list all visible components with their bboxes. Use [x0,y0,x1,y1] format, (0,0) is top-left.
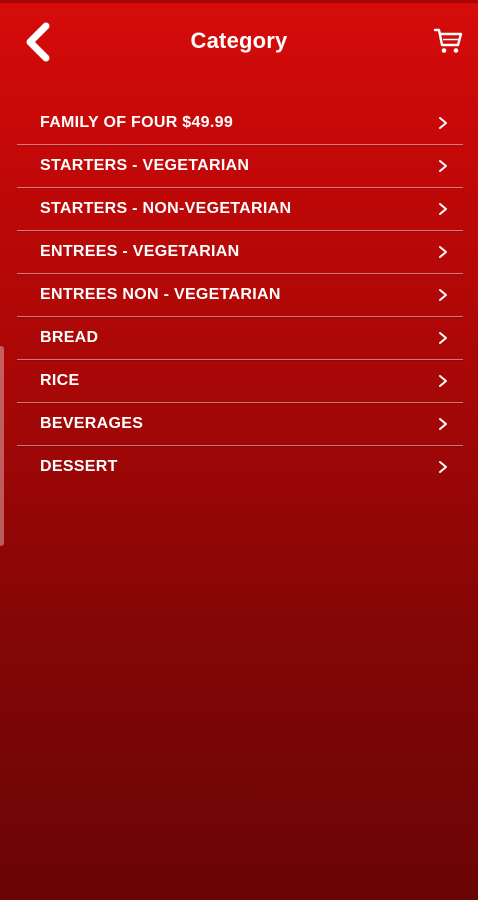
category-item-beverages[interactable]: BEVERAGES [17,403,463,446]
cart-button[interactable] [432,26,464,56]
category-label: BEVERAGES [40,415,144,432]
chevron-right-icon [439,246,447,258]
category-list: FAMILY OF FOUR $49.99 STARTERS - VEGETAR… [17,102,463,488]
category-item-bread[interactable]: BREAD [17,317,463,360]
chevron-right-icon [439,117,447,129]
side-drawer-handle[interactable] [0,346,4,546]
category-item-starters-vegetarian[interactable]: STARTERS - VEGETARIAN [17,145,463,188]
chevron-right-icon [439,418,447,430]
category-label: ENTREES NON - VEGETARIAN [40,286,281,303]
category-label: DESSERT [40,458,118,475]
category-item-starters-non-vegetarian[interactable]: STARTERS - NON-VEGETARIAN [17,188,463,231]
category-item-rice[interactable]: RICE [17,360,463,403]
category-item-entrees-vegetarian[interactable]: ENTREES - VEGETARIAN [17,231,463,274]
chevron-right-icon [439,160,447,172]
category-item-family-of-four[interactable]: FAMILY OF FOUR $49.99 [17,102,463,145]
chevron-right-icon [439,289,447,301]
category-label: ENTREES - VEGETARIAN [40,243,240,260]
category-item-dessert[interactable]: DESSERT [17,446,463,488]
cart-icon [433,28,463,53]
chevron-right-icon [439,375,447,387]
category-label: FAMILY OF FOUR $49.99 [40,114,234,131]
category-label: STARTERS - NON-VEGETARIAN [40,200,292,217]
category-label: RICE [40,372,80,389]
chevron-right-icon [439,332,447,344]
category-label: STARTERS - VEGETARIAN [40,157,250,174]
category-label: BREAD [40,329,99,346]
page-title: Category [190,28,288,53]
header: Category [0,0,478,82]
category-item-entrees-non-vegetarian[interactable]: ENTREES NON - VEGETARIAN [17,274,463,317]
chevron-right-icon [439,461,447,473]
chevron-right-icon [439,203,447,215]
category-screen: Category FAMILY OF FOUR $49.99 STARTERS … [0,0,478,900]
